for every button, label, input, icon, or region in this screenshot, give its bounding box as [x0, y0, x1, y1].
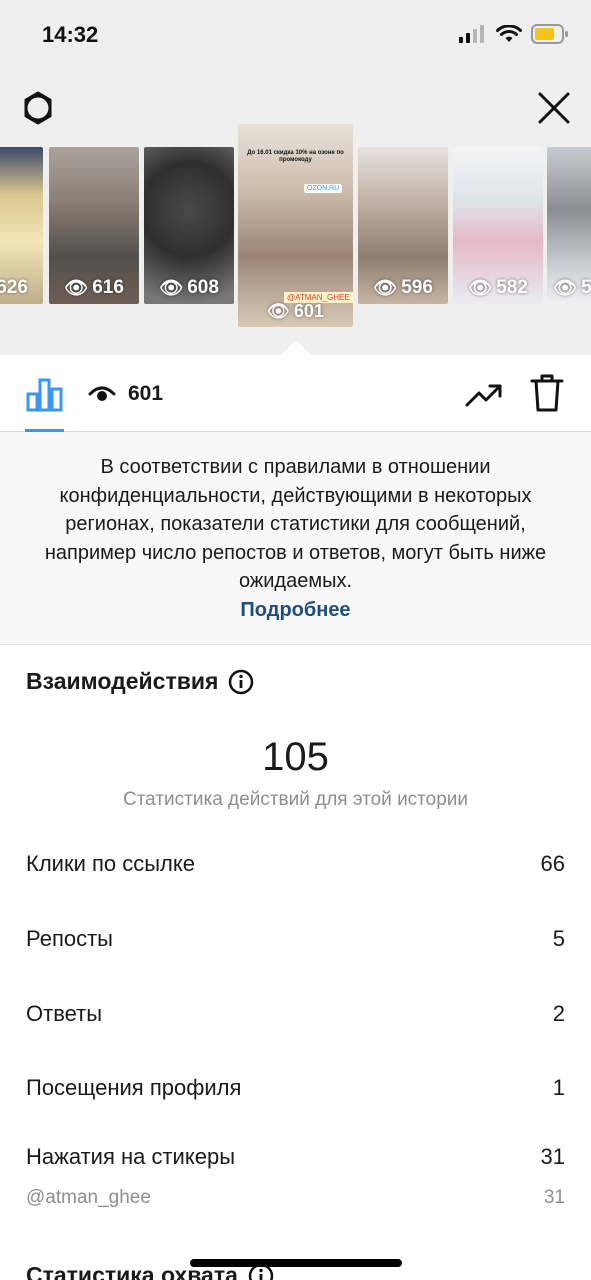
stat-label: Ответы [26, 1001, 103, 1026]
promote-button[interactable] [463, 378, 505, 412]
delete-button[interactable] [527, 373, 567, 413]
stat-label: Нажатия на стикеры [26, 1144, 235, 1169]
stat-row-sticker-taps: Нажатия на стикеры 31 [26, 1144, 565, 1170]
story-thumbnail[interactable]: 👁 616 [49, 147, 139, 304]
selection-caret [281, 340, 311, 355]
sticker-label: @atman_ghee [26, 1187, 151, 1208]
status-time: 14:32 [42, 22, 99, 47]
story-view-count: 5 [581, 277, 591, 298]
story-thumbnail[interactable]: 👁 608 [144, 147, 234, 304]
stat-row-replies: Ответы 2 [26, 1001, 565, 1027]
eye-icon: 👁 [553, 278, 578, 299]
stat-row-link-clicks: Клики по ссылке 66 [26, 851, 565, 877]
interactions-subtitle: Статистика действий для этой истории [122, 789, 469, 810]
privacy-notice: В соответствии с правилами в отношении к… [0, 432, 591, 645]
battery-icon [531, 24, 568, 44]
story-thumbnail[interactable]: 👁 5 [547, 147, 591, 304]
trending-up-icon [465, 384, 502, 407]
story-view-count: 608 [187, 277, 219, 298]
interactions-section-title: Взаимодействия [26, 668, 254, 695]
bar-chart-icon [26, 378, 63, 412]
wifi-icon [496, 25, 522, 42]
story-thumbnail[interactable]: 👁626 [0, 147, 43, 304]
story-view-count: 626 [0, 277, 28, 298]
stat-row-profile-visits: Посещения профиля 1 [26, 1075, 565, 1101]
signal-icon [459, 25, 484, 43]
eye-icon: 👁 [267, 301, 290, 321]
story-sticker-caption: До 16.01 скидка 10% на озоне по промокод… [247, 150, 344, 163]
stat-row-shares: Репосты 5 [26, 926, 565, 952]
eye-icon [88, 386, 116, 401]
stat-value: 1 [552, 1075, 565, 1100]
stat-value: 66 [540, 851, 565, 876]
stat-value: 2 [552, 1001, 565, 1026]
story-insights-toolbar: 601 [0, 355, 591, 432]
learn-more-link[interactable]: Подробнее [40, 596, 551, 625]
story-thumbnail[interactable]: 👁 582 [453, 147, 543, 304]
tab-insights[interactable] [25, 375, 64, 415]
info-icon[interactable] [228, 669, 254, 695]
sticker-value: 31 [543, 1187, 565, 1208]
story-thumbnail[interactable]: 👁 596 [358, 147, 448, 304]
eye-icon: 👁 [159, 278, 184, 299]
sticker-breakdown-row: @atman_ghee 31 [26, 1187, 565, 1209]
interactions-total: 105 [262, 735, 329, 779]
story-link-sticker: OZON.RU [304, 184, 343, 193]
trash-icon [530, 374, 564, 412]
story-view-count: 601 [293, 301, 324, 321]
interactions-title: Взаимодействия [26, 668, 219, 694]
story-view-count: 596 [401, 277, 433, 298]
home-indicator [190, 1259, 402, 1267]
story-view-count: 582 [496, 277, 528, 298]
eye-icon: 👁 [468, 278, 493, 299]
stat-label: Клики по ссылке [26, 851, 195, 876]
story-view-count: 616 [92, 277, 124, 298]
stat-value: 5 [552, 926, 565, 951]
status-icons [459, 24, 569, 44]
privacy-notice-text: В соответствии с правилами в отношении к… [44, 456, 547, 592]
eye-icon: 👁 [373, 278, 398, 299]
story-carousel-area: 14:32 👁626 [0, 0, 591, 355]
story-thumbnail-selected[interactable]: До 16.01 скидка 10% на озоне по промокод… [238, 124, 353, 327]
stat-label: Репосты [26, 926, 113, 951]
views-count: 601 [128, 382, 164, 405]
stat-value: 31 [540, 1144, 565, 1169]
story-thumbnails: 👁626 👁616 👁608 До 16.01 скидка 10% на оз… [0, 120, 591, 330]
views-summary: 601 [88, 382, 163, 406]
eye-icon: 👁 [64, 278, 89, 299]
stat-label: Посещения профиля [26, 1075, 242, 1100]
